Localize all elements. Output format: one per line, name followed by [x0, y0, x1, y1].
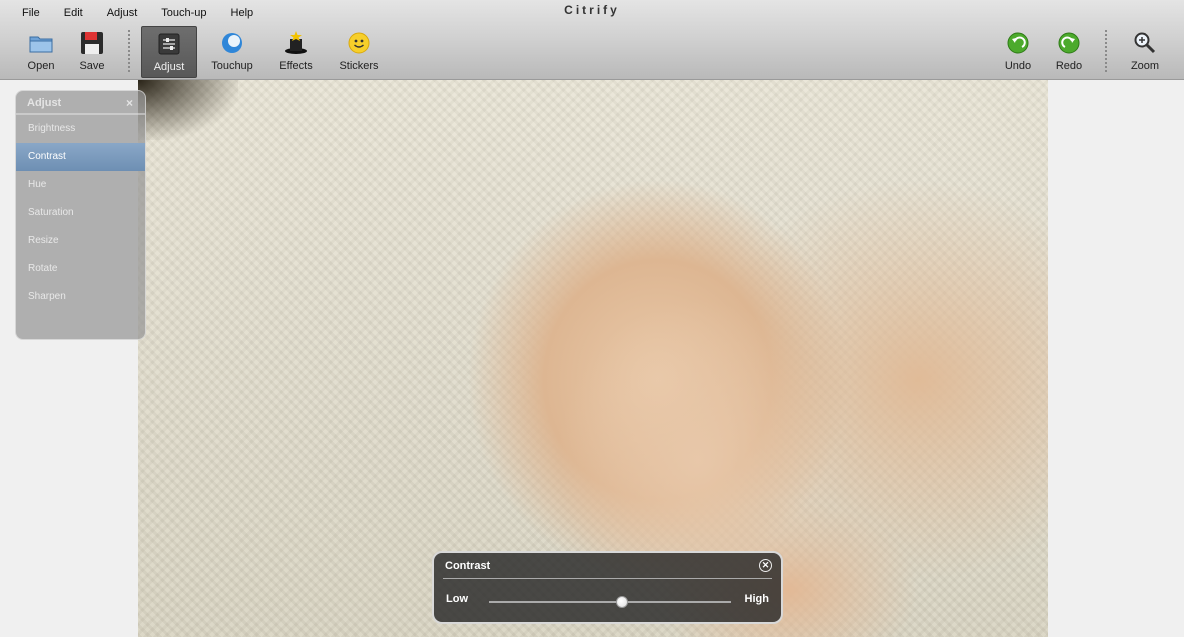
magic-hat-icon [285, 31, 307, 54]
adjust-item-sharpen[interactable]: Sharpen [16, 283, 145, 311]
adjust-item-contrast[interactable]: Contrast [16, 143, 145, 171]
slider-low-label: Low [446, 593, 468, 605]
touchup-button[interactable]: Touchup [204, 26, 260, 78]
stickers-label: Stickers [339, 60, 379, 72]
close-circle-icon[interactable]: ✕ [759, 559, 772, 572]
menu-help[interactable]: Help [219, 7, 266, 19]
adjust-item-brightness[interactable]: Brightness [16, 115, 145, 143]
contrast-slider[interactable] [489, 596, 731, 608]
menu-adjust[interactable]: Adjust [95, 7, 150, 19]
touchup-sphere-icon [222, 33, 242, 53]
smiley-icon [348, 32, 370, 54]
adjust-item-saturation[interactable]: Saturation [16, 199, 145, 227]
photo-shadow [138, 80, 238, 140]
contrast-dialog: Contrast ✕ Low High [432, 551, 783, 624]
dialog-divider [443, 578, 772, 579]
adjust-label: Adjust [153, 61, 185, 73]
effects-button[interactable]: Effects [268, 26, 324, 78]
zoom-label: Zoom [1130, 60, 1160, 72]
floppy-disk-icon [81, 32, 103, 54]
zoom-button[interactable]: Zoom [1117, 26, 1173, 78]
slider-high-label: High [744, 593, 769, 605]
toolbar-separator [1105, 30, 1107, 72]
magnifier-icon [1134, 32, 1156, 54]
save-label: Save [79, 60, 105, 72]
menubar: File Edit Adjust Touch-up Help [10, 7, 265, 19]
redo-icon [1058, 32, 1080, 54]
undo-button[interactable]: Undo [990, 26, 1046, 78]
adjust-panel-header: Adjust × [16, 91, 145, 115]
menu-touch-up[interactable]: Touch-up [149, 7, 218, 19]
adjust-item-rotate[interactable]: Rotate [16, 255, 145, 283]
undo-icon [1007, 32, 1029, 54]
save-button[interactable]: Save [64, 26, 120, 78]
open-label: Open [27, 60, 55, 72]
folder-icon [29, 36, 53, 53]
toolbar: Citrify File Edit Adjust Touch-up Help O… [0, 0, 1184, 80]
open-button[interactable]: Open [13, 26, 69, 78]
toolbar-separator [128, 30, 130, 72]
sliders-icon [158, 33, 180, 55]
adjust-panel-title: Adjust [27, 97, 62, 109]
adjust-item-hue[interactable]: Hue [16, 171, 145, 199]
adjust-button[interactable]: Adjust [141, 26, 197, 78]
menu-file[interactable]: File [10, 7, 52, 19]
redo-button[interactable]: Redo [1041, 26, 1097, 78]
close-icon[interactable]: × [126, 96, 133, 110]
redo-label: Redo [1055, 60, 1083, 72]
adjust-item-resize[interactable]: Resize [16, 227, 145, 255]
slider-thumb[interactable] [616, 596, 629, 608]
menu-edit[interactable]: Edit [52, 7, 95, 19]
stickers-button[interactable]: Stickers [331, 26, 387, 78]
adjust-panel: Adjust × Brightness Contrast Hue Saturat… [15, 90, 146, 340]
contrast-dialog-title: Contrast [445, 560, 491, 572]
undo-label: Undo [1004, 60, 1032, 72]
effects-label: Effects [279, 60, 313, 72]
touchup-label: Touchup [211, 60, 253, 72]
